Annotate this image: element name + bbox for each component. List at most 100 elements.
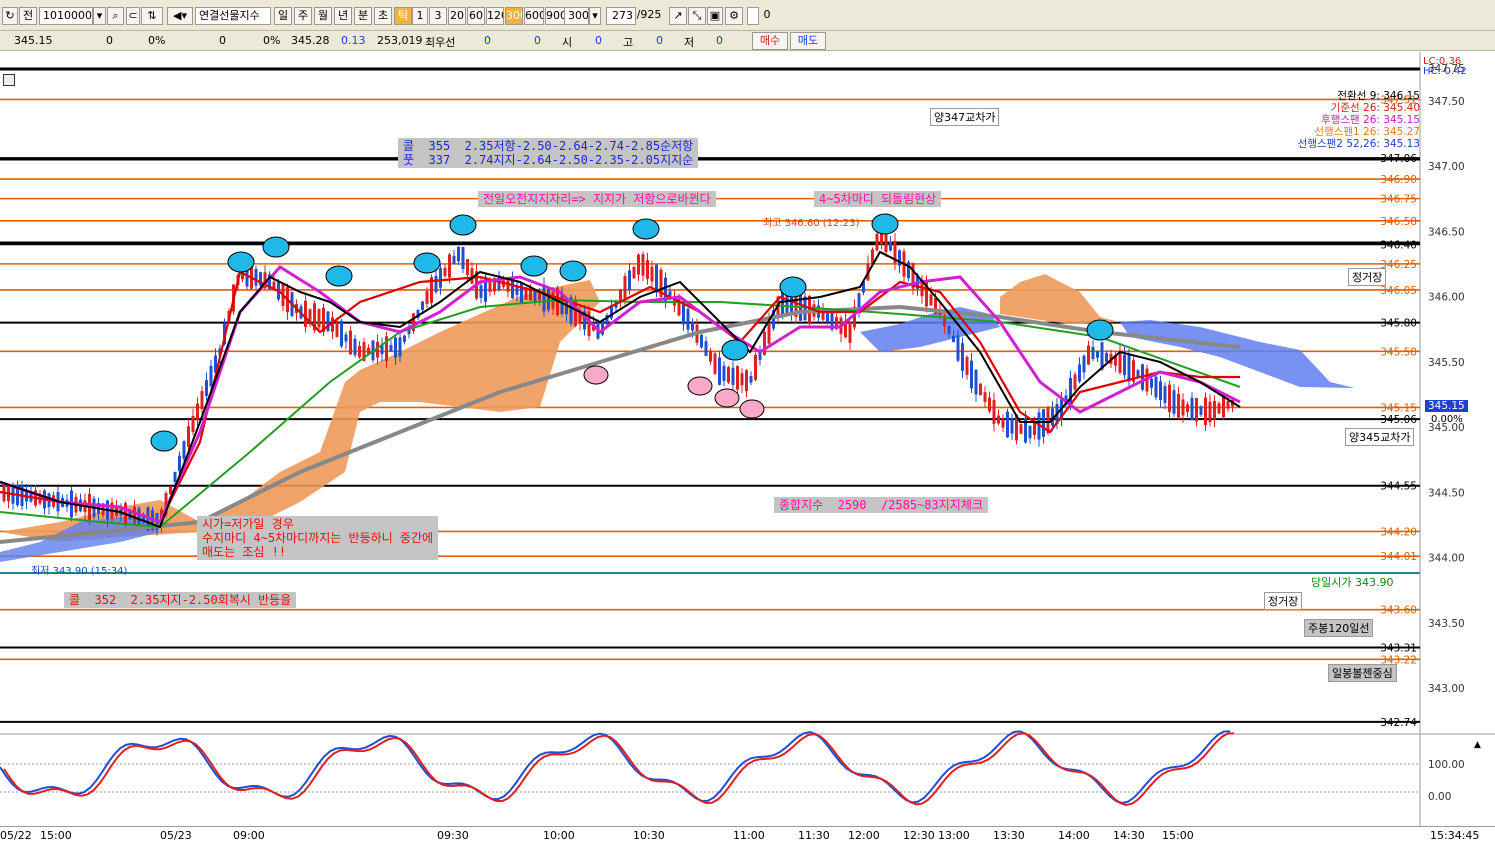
- time-label-7: 11:00: [733, 829, 765, 842]
- candle-body-267: [1204, 397, 1207, 426]
- candle-body-259: [1168, 384, 1171, 412]
- level-label-8: 345.80: [1380, 318, 1417, 330]
- level-label-14: 344.01: [1380, 551, 1417, 563]
- period-button-2[interactable]: 월: [314, 7, 332, 25]
- interval-button-1[interactable]: 1: [412, 7, 428, 25]
- gear-icon[interactable]: ⚙: [725, 7, 743, 25]
- candle-body-166: [749, 376, 753, 383]
- low-value: 0: [716, 34, 723, 47]
- candle-body-160: [722, 365, 726, 381]
- interval-button-120[interactable]: 120: [486, 7, 504, 25]
- period-button-3[interactable]: 년: [334, 7, 352, 25]
- candle-body-210: [947, 326, 951, 334]
- level-label-10: 345.15: [1380, 402, 1417, 414]
- bar-count-input[interactable]: 273: [606, 7, 636, 25]
- buy-button[interactable]: 매수: [752, 32, 788, 50]
- candle-body-139: [628, 270, 631, 291]
- indicator-icon[interactable]: ↗: [669, 7, 687, 25]
- candle-body-216: [974, 369, 978, 395]
- candle-body-145: [655, 264, 658, 293]
- peak-marker-12: [1086, 319, 1114, 341]
- candle-body-199: [898, 250, 901, 266]
- period-button-5[interactable]: 초: [374, 7, 392, 25]
- candle-body-112: [506, 280, 510, 292]
- legend-line-1: 기준선 26: 345.40: [1330, 102, 1420, 114]
- candle-body-201: [907, 261, 910, 279]
- toolbar: ↻ 전 10100000 ▾ ⌕ ⊂ ⇅ ◀▾ 연결선물지수 일주월년분초틱 1…: [0, 0, 1495, 31]
- price-axis-tick-2: 347.00: [1428, 161, 1465, 173]
- candle-body-163: [736, 366, 739, 390]
- interval-button-20[interactable]: 20: [448, 7, 466, 25]
- link-icon[interactable]: ⊂: [126, 7, 140, 25]
- time-label-3: 09:00: [233, 829, 265, 842]
- grid-icon[interactable]: [3, 74, 15, 86]
- candle-body-229: [1033, 422, 1036, 436]
- chevron-down-icon[interactable]: ▾: [93, 7, 106, 25]
- candle-body-226: [1019, 424, 1023, 434]
- candle-body-41: [187, 426, 190, 447]
- candle-body-88: [398, 337, 402, 357]
- candle-body-86: [389, 344, 393, 352]
- save-icon[interactable]: ▣: [707, 7, 723, 25]
- interval-button-900[interactable]: 900: [545, 7, 565, 25]
- search-icon[interactable]: ⌕: [107, 7, 124, 25]
- price-value: 345.15: [14, 34, 53, 47]
- candle-body-97: [439, 268, 442, 288]
- open-label: 시: [562, 36, 573, 49]
- period-button-6[interactable]: 틱: [394, 7, 412, 25]
- time-label-5: 10:00: [543, 829, 575, 842]
- interval-select[interactable]: 300: [564, 7, 589, 25]
- interval-button-3[interactable]: 3: [429, 7, 447, 25]
- interval-button-60[interactable]: 60: [467, 7, 485, 25]
- prefix-button[interactable]: 전: [19, 7, 37, 25]
- level-label-15: 343.60: [1380, 605, 1417, 617]
- candle-body-261: [1177, 393, 1180, 418]
- refresh-icon[interactable]: ↻: [2, 7, 18, 25]
- candle-body-263: [1186, 404, 1189, 413]
- peak-marker-2: [262, 236, 290, 258]
- chevron-down-icon[interactable]: ▾: [589, 7, 601, 25]
- period-button-4[interactable]: 분: [354, 7, 372, 25]
- product-name: 연결선물지수: [195, 7, 271, 25]
- period-button-0[interactable]: 일: [274, 7, 292, 25]
- peak-marker-4: [413, 252, 441, 274]
- chart-canvas[interactable]: 347.51347.06346.90346.75346.58346.40346.…: [0, 52, 1495, 826]
- price-axis-tick-10: 343.00: [1428, 683, 1465, 695]
- candle-body-224: [1010, 418, 1014, 434]
- code-input[interactable]: 10100000: [39, 7, 93, 25]
- candle-body-269: [1213, 401, 1216, 420]
- candle-body-238: [1073, 374, 1077, 390]
- bar-total: /925: [636, 8, 662, 21]
- interval-button-600[interactable]: 600: [524, 7, 544, 25]
- chart-tool-icon[interactable]: ⤡: [688, 7, 706, 25]
- candle-body-265: [1195, 397, 1198, 422]
- call352-note: 콜 352 2.35지지-2.50회복시 반등을: [64, 592, 297, 608]
- candle-body-46: [209, 365, 213, 387]
- candle-body-99: [448, 254, 451, 278]
- sell-button[interactable]: 매도: [790, 32, 826, 50]
- candle-body-40: [182, 441, 186, 459]
- price-chart[interactable]: 347.51347.06346.90346.75346.58346.40346.…: [0, 52, 1495, 826]
- osc-axis-tick-1: 0.00: [1428, 791, 1451, 803]
- high-note: 최고 346.60 (12:23): [763, 218, 860, 229]
- time-label-4: 09:30: [437, 829, 469, 842]
- legend-line-2: 후행스팬 26: 345.15: [1321, 114, 1420, 126]
- candle-body-115: [520, 282, 523, 303]
- scroll-up-icon[interactable]: ▲: [1474, 740, 1481, 750]
- candle-body-158: [713, 353, 717, 374]
- candle-body-156: [704, 341, 708, 357]
- speaker-icon[interactable]: ◀▾: [167, 7, 193, 25]
- checkbox-label: 0: [763, 8, 771, 21]
- checkbox[interactable]: [747, 7, 759, 25]
- trough-marker-3: [739, 399, 765, 419]
- candle-body-188: [848, 321, 852, 343]
- period-button-1[interactable]: 주: [294, 7, 312, 25]
- candle-body-78: [353, 338, 357, 356]
- volume2-value: 0: [219, 34, 226, 47]
- candle-body-242: [1091, 347, 1095, 359]
- interval-button-300[interactable]: 300: [505, 7, 523, 25]
- candle-body-94: [425, 291, 429, 304]
- candle-body-42: [191, 415, 195, 433]
- level-label-9: 345.58: [1380, 346, 1417, 358]
- hedge-icon[interactable]: ⇅: [141, 7, 163, 25]
